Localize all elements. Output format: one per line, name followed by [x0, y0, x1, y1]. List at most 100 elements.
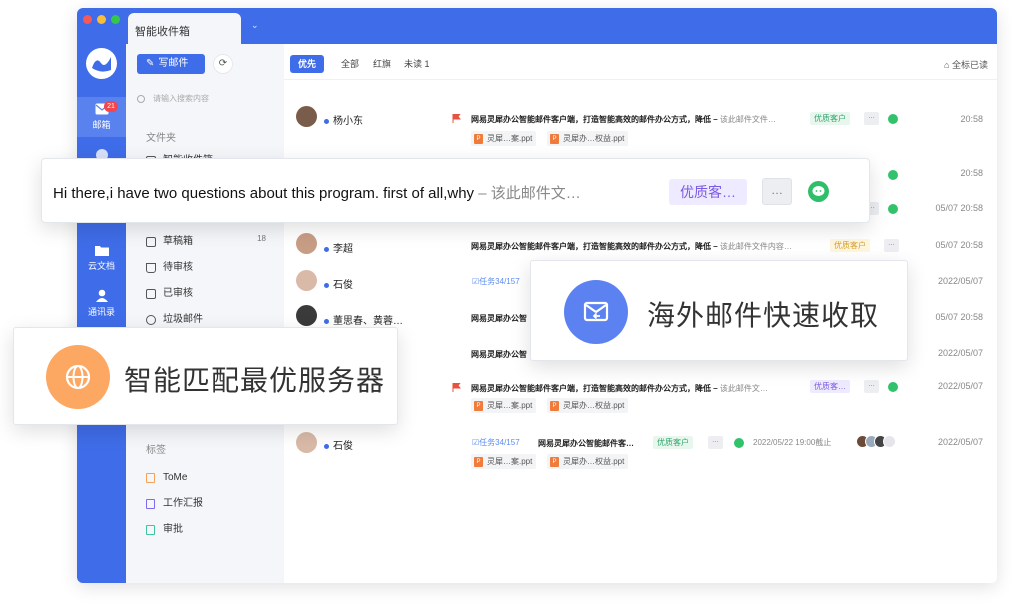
search-input[interactable]: 请输入搜索内容: [137, 89, 275, 109]
wechat-icon[interactable]: [808, 181, 829, 202]
search-placeholder: 请输入搜索内容: [153, 94, 209, 103]
unread-dot: [324, 318, 329, 324]
folder-panel: ✎写邮件 ⟳ 请输入搜索内容 文件夹 智能收件箱 8 草稿箱 18 待审核 已审…: [126, 44, 284, 583]
subject-text: 网易灵犀办公智能邮件客户端，打造智能高效的邮件办公方式，降低 –: [471, 242, 718, 251]
avatar: [296, 106, 317, 127]
attachment-chip[interactable]: P 灵犀办…权益.ppt: [547, 131, 629, 146]
chevron-down-icon[interactable]: ⌄: [251, 20, 259, 31]
filter-red-flag[interactable]: 红旗: [373, 55, 391, 73]
attachment-name: 灵犀…案.ppt: [487, 457, 533, 466]
pending-review-icon: [146, 263, 156, 273]
list-item[interactable]: 石俊 ☑任务34/157 网易灵犀办公智能邮件客… 优质客户 … 2022/05…: [284, 430, 997, 480]
task-progress[interactable]: ☑任务34/157: [472, 437, 520, 448]
red-flag-icon[interactable]: [452, 114, 461, 123]
customer-tag: 优质客户: [830, 239, 870, 252]
folder-item-spam[interactable]: 垃圾邮件: [146, 312, 266, 328]
sender-text: 石俊: [333, 441, 353, 452]
tag-icon: [146, 473, 155, 483]
subject-text: 网易灵犀办公智: [471, 350, 527, 359]
rail-item-mail[interactable]: 21 邮箱: [77, 97, 126, 137]
avatar: [296, 270, 317, 291]
list-item[interactable]: 杨小东 网易灵犀办公智能邮件客户端，打造智能高效的邮件办公方式，降低 – 该此邮…: [284, 104, 997, 154]
unread-dot: [324, 246, 329, 252]
unread-badge: 21: [104, 101, 118, 112]
sender-text: 李超: [333, 244, 353, 255]
customer-tag: 优质客…: [810, 380, 850, 393]
maximize-window-dot[interactable]: [111, 15, 120, 24]
attachment-name: 灵犀…案.ppt: [487, 401, 533, 410]
participants-avatars: [856, 435, 900, 449]
feature-label: 海外邮件快速收取: [647, 300, 880, 331]
reviewed-icon: [146, 289, 156, 299]
more-button[interactable]: …: [762, 178, 792, 205]
mail-receive-icon: [564, 280, 628, 344]
wechat-icon[interactable]: [888, 204, 898, 214]
more-button[interactable]: …: [708, 436, 723, 449]
attachment-name: 灵犀办…权益.ppt: [563, 401, 625, 410]
wechat-icon[interactable]: [888, 170, 898, 180]
sender-name: 石俊: [324, 437, 353, 452]
deadline-text: 2022/05/22 19:00截止: [753, 438, 832, 447]
rail-item-contacts[interactable]: 通讯录: [77, 289, 126, 323]
rail-item-cloud-doc[interactable]: 云文档: [77, 244, 126, 278]
rail-item-label: 邮箱: [92, 120, 111, 130]
subject: 网易灵犀办公智: [471, 313, 527, 324]
feature-label: 智能匹配最优服务器: [124, 365, 386, 396]
red-flag-icon[interactable]: [452, 383, 461, 392]
folder-item-drafts[interactable]: 草稿箱 18: [146, 234, 266, 250]
subject-text: 网易灵犀办公智能邮件客户端，打造智能高效的邮件办公方式，降低 –: [471, 115, 718, 124]
preview-body: Hi there,i have two questions about this…: [53, 185, 475, 202]
attachment-chip[interactable]: P 灵犀…案.ppt: [471, 398, 537, 413]
list-item[interactable]: 李超 网易灵犀办公智能邮件客户端，打造智能高效的邮件办公方式，降低 – 该此邮件…: [284, 232, 997, 260]
unread-dot: [324, 118, 329, 124]
compose-button[interactable]: ✎ 写邮件: [137, 54, 205, 74]
ppt-icon: P: [474, 457, 483, 467]
folder-item-reviewed[interactable]: 已审核: [146, 286, 266, 302]
folders-section-title: 文件夹: [146, 133, 176, 144]
wechat-icon[interactable]: [734, 438, 744, 448]
attachment-chip[interactable]: P 灵犀办…权益.ppt: [547, 398, 629, 413]
task-progress[interactable]: ☑任务34/157: [472, 276, 520, 287]
close-window-dot[interactable]: [83, 15, 92, 24]
customer-tag: 优质客…: [669, 179, 747, 205]
tag-item-approval[interactable]: 审批: [146, 522, 266, 538]
tag-item-work-report[interactable]: 工作汇报: [146, 496, 266, 512]
wechat-icon[interactable]: [888, 114, 898, 124]
tab-smart-inbox[interactable]: 智能收件箱: [128, 13, 241, 44]
more-button[interactable]: …: [864, 380, 879, 393]
sender-name: 董思春、黄蓉…: [324, 312, 403, 327]
app-rail: 21 邮箱 云文档 通讯录: [77, 44, 126, 583]
filter-unread[interactable]: 未读 1: [404, 55, 430, 73]
refresh-icon[interactable]: ⟳: [213, 54, 233, 74]
more-button[interactable]: …: [864, 112, 879, 125]
attachment-chip[interactable]: P 灵犀…案.ppt: [471, 454, 537, 469]
folder-label: 待审核: [163, 262, 193, 273]
feature-callout-server: 智能匹配最优服务器: [13, 327, 398, 425]
timestamp: 20:58: [960, 168, 983, 178]
sender-text: 石俊: [333, 280, 353, 291]
mark-read-icon: ⌂: [944, 60, 952, 70]
attachment-chip[interactable]: P 灵犀…案.ppt: [471, 131, 537, 146]
minimize-window-dot[interactable]: [97, 15, 106, 24]
subject-text: 网易灵犀办公智能邮件客户端，打造智能高效的邮件办公方式，降低 –: [471, 384, 718, 393]
tag-icon: [146, 525, 155, 535]
email-preview-callout[interactable]: Hi there,i have two questions about this…: [41, 158, 870, 223]
avatar: [296, 432, 317, 453]
subject-text: 网易灵犀办公智能邮件客…: [538, 439, 634, 448]
avatar: [296, 233, 317, 254]
unread-dot: [324, 443, 329, 449]
filter-all[interactable]: 全部: [341, 55, 359, 73]
folder-count: 18: [257, 234, 266, 243]
folder-item-pending-review[interactable]: 待审核: [146, 260, 266, 276]
attachment-name: 灵犀办…权益.ppt: [563, 457, 625, 466]
globe-icon: [46, 345, 110, 409]
folder-label: 垃圾邮件: [163, 314, 203, 325]
tag-label: ToMe: [163, 472, 188, 483]
attachment-chip[interactable]: P 灵犀办…权益.ppt: [547, 454, 629, 469]
tag-item-tome[interactable]: ToMe: [146, 470, 266, 486]
filter-priority[interactable]: 优先: [290, 55, 325, 73]
mark-all-read-button[interactable]: ⌂ 全标已读: [944, 58, 988, 71]
customer-tag: 优质客户: [810, 112, 850, 125]
wechat-icon[interactable]: [888, 382, 898, 392]
more-button[interactable]: …: [884, 239, 899, 252]
